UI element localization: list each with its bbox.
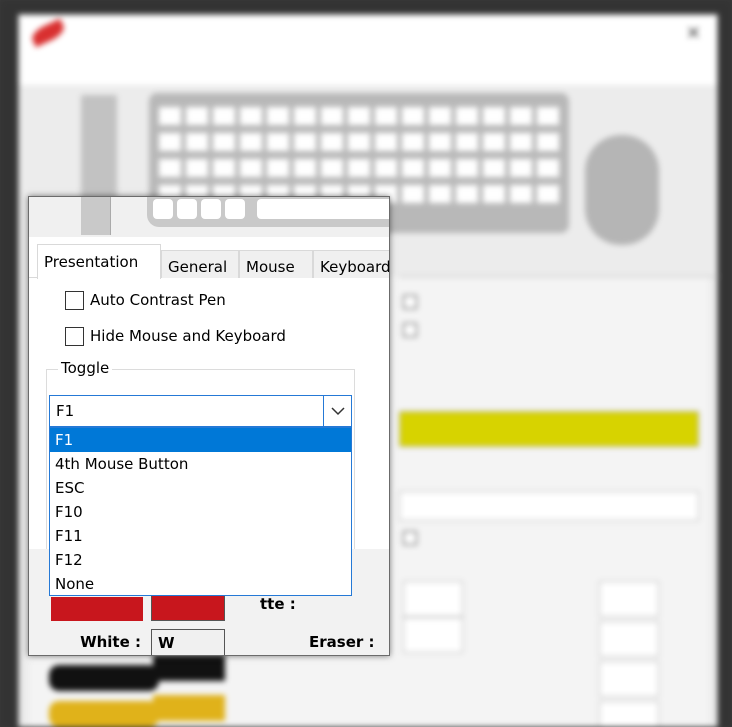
dropdown-option[interactable]: F12 (50, 548, 351, 572)
toggle-dropdown-list: F1 4th Mouse Button ESC F10 F11 F12 None (49, 427, 352, 596)
black-swatch (49, 665, 159, 691)
keyboard-illustration (147, 197, 389, 227)
dropdown-option[interactable]: F1 (50, 428, 351, 452)
checkbox-icon (403, 295, 417, 309)
chevron-down-icon[interactable] (323, 396, 351, 426)
hide-mouse-keyboard-checkbox[interactable]: Hide Mouse and Keyboard (65, 325, 286, 347)
input-box (403, 617, 463, 653)
input-box (599, 701, 659, 727)
auto-contrast-pen-checkbox[interactable]: Auto Contrast Pen (65, 289, 226, 311)
toggle-select[interactable]: F1 (49, 395, 352, 427)
input-box (599, 581, 659, 617)
dropdown-option[interactable]: 4th Mouse Button (50, 452, 351, 476)
input-box (403, 581, 463, 617)
checkbox-label: Hide Mouse and Keyboard (90, 327, 286, 345)
app-logo-icon (29, 18, 67, 48)
input-box (599, 661, 659, 697)
black-swatch (153, 655, 225, 681)
settings-tabs: Presentation General Mouse Keyboard (29, 244, 389, 279)
eraser-label: Eraser : (309, 633, 375, 651)
tab-mouse[interactable]: Mouse (239, 250, 313, 278)
checkbox-label: Auto Contrast Pen (90, 291, 226, 309)
red-color-swatch[interactable] (51, 597, 143, 621)
dropdown-option[interactable]: F10 (50, 500, 351, 524)
toggle-select-value: F1 (56, 402, 75, 420)
checkbox-icon (403, 531, 417, 545)
pencil-illustration (81, 197, 111, 235)
pen-color-select (399, 411, 699, 447)
tab-general[interactable]: General (161, 250, 239, 278)
orange-swatch (153, 695, 225, 721)
pen-type-select (399, 491, 699, 521)
checkbox-icon (403, 323, 417, 337)
tab-keyboard[interactable]: Keyboard (313, 250, 389, 278)
white-key-field[interactable]: W (151, 629, 225, 655)
input-box (599, 621, 659, 657)
dropdown-option[interactable]: None (50, 572, 351, 596)
orange-swatch (49, 701, 159, 727)
focused-settings-panel: Presentation General Mouse Keyboard Auto… (28, 196, 390, 656)
dropdown-option[interactable]: ESC (50, 476, 351, 500)
dropdown-option[interactable]: F11 (50, 524, 351, 548)
palette-label: tte : (260, 595, 296, 613)
white-label: White : (80, 633, 141, 651)
illustration-strip (29, 197, 389, 237)
tab-strip (399, 251, 719, 277)
toggle-group-label: Toggle (58, 359, 113, 377)
title-bar: ✕ (19, 15, 717, 53)
close-icon: ✕ (685, 23, 701, 44)
tab-presentation[interactable]: Presentation (37, 244, 161, 279)
checkbox-icon[interactable] (65, 290, 84, 310)
mouse-illustration (585, 135, 659, 245)
checkbox-icon[interactable] (65, 326, 84, 346)
